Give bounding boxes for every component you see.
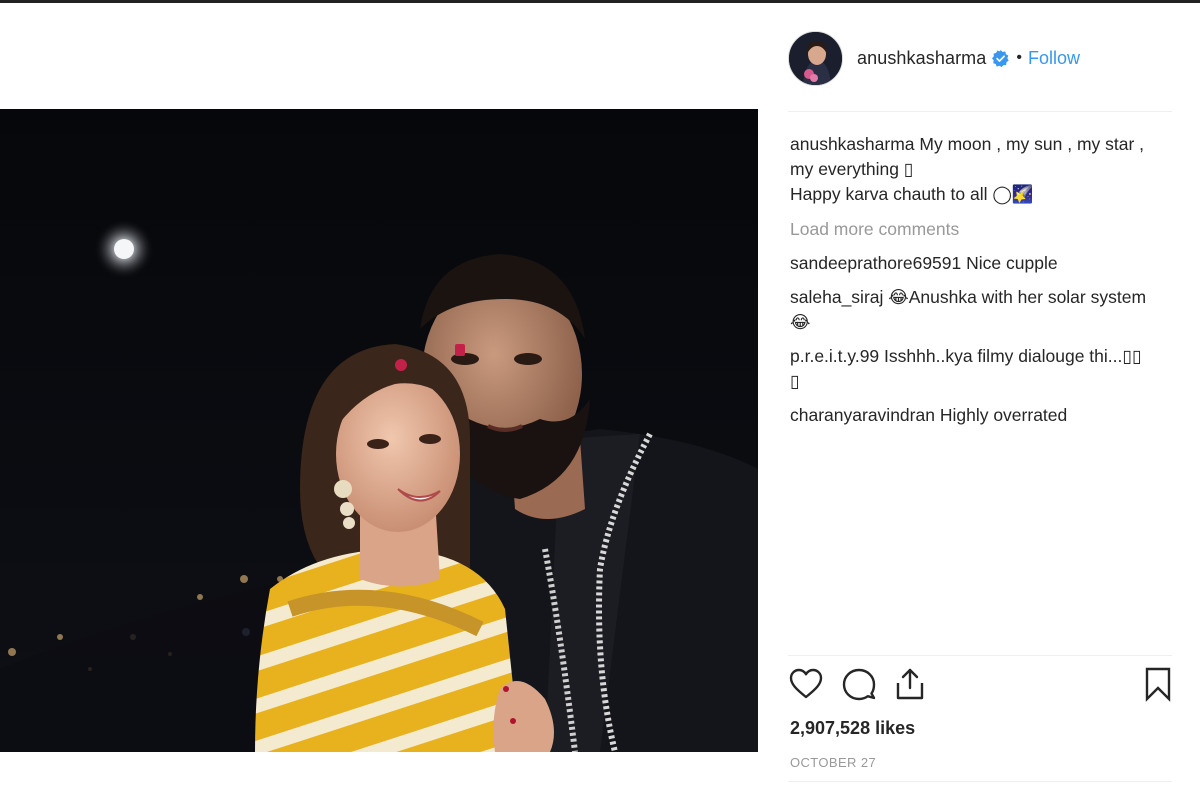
window-top-border — [0, 0, 1200, 3]
comment-text: 😂Anushka with her solar system — [888, 287, 1147, 307]
caption-username[interactable]: anushkasharma — [790, 134, 915, 154]
heart-icon[interactable] — [788, 666, 824, 702]
comment-item: p.r.e.i.t.y.99 Isshhh..kya filmy dialoug… — [790, 344, 1174, 394]
comment-item: charanyaravindran Highly overrated — [790, 403, 1174, 428]
caption: anushkasharma My moon , my sun , my star… — [790, 132, 1174, 207]
post-date[interactable]: OCTOBER 27 — [790, 755, 876, 770]
header-separator: • — [1016, 49, 1022, 66]
actions-divider — [788, 655, 1172, 656]
post-actions — [788, 666, 1172, 708]
comments-section: anushkasharma My moon , my sun , my star… — [790, 132, 1174, 437]
comment-bubble-icon[interactable] — [841, 666, 877, 702]
load-more-comments-button[interactable]: Load more comments — [790, 217, 1174, 242]
comment-text: Isshhh..kya filmy dialouge thi...▯▯ — [884, 346, 1142, 366]
comment-username[interactable]: saleha_siraj — [790, 287, 883, 307]
likes-count[interactable]: 2,907,528 likes — [790, 718, 915, 739]
comment-username[interactable]: p.r.e.i.t.y.99 — [790, 346, 879, 366]
verified-badge-icon — [992, 49, 1010, 67]
caption-text-line-2: my everything ▯ — [790, 159, 914, 179]
caption-text-line-3: Happy karva chauth to all ◯🌠 — [790, 184, 1034, 204]
share-upload-icon[interactable] — [892, 666, 928, 702]
comment-text: Nice cupple — [966, 253, 1058, 273]
post-username[interactable]: anushkasharma — [857, 48, 986, 69]
comment-item: saleha_siraj 😂Anushka with her solar sys… — [790, 285, 1174, 335]
post-header: anushkasharma • Follow — [788, 28, 1172, 88]
bookmark-icon[interactable] — [1140, 666, 1176, 702]
header-divider — [788, 111, 1172, 112]
comment-username[interactable]: charanyaravindran — [790, 405, 935, 425]
photo-illustration — [0, 109, 758, 752]
comment-item: sandeeprathore69591 Nice cupple — [790, 251, 1174, 276]
footer-divider — [788, 781, 1172, 782]
follow-button[interactable]: Follow — [1028, 48, 1080, 69]
comment-text: Highly overrated — [939, 405, 1068, 425]
comment-username[interactable]: sandeeprathore69591 — [790, 253, 961, 273]
avatar[interactable] — [788, 30, 843, 86]
post-photo[interactable] — [0, 109, 758, 752]
comment-text-continuation: 😂 — [790, 312, 811, 332]
comment-text-continuation: ▯ — [790, 371, 800, 391]
caption-text-line-1: My moon , my sun , my star , — [919, 134, 1145, 154]
avatar-image — [789, 31, 842, 85]
